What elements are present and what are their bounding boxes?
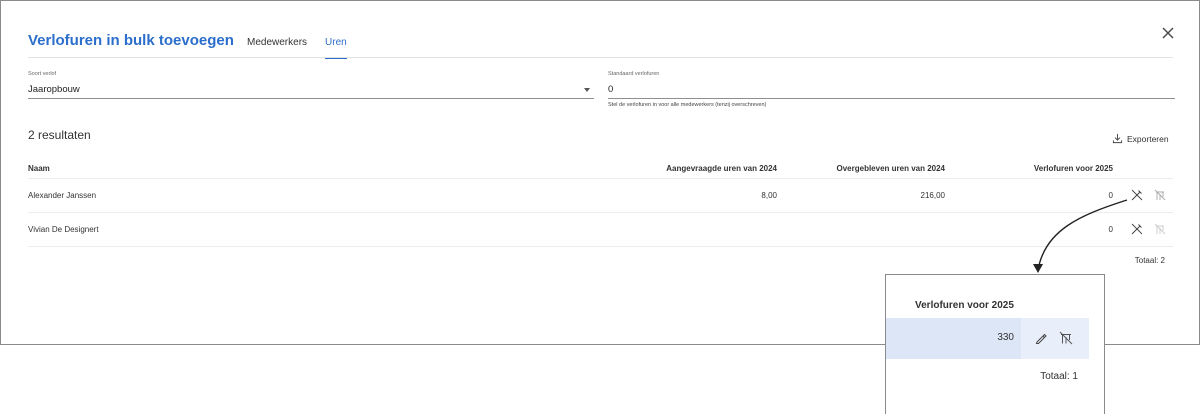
zoom-callout: Verlofuren voor 2025 330 Totaal: 1 [885,274,1105,414]
leave-type-label: Soort verlof [28,71,57,77]
row-divider-1 [28,212,1173,213]
default-hours-input[interactable]: 0 [608,84,613,95]
export-button[interactable]: Exporteren [1112,133,1169,144]
reset-icon[interactable] [1154,223,1166,235]
header-divider-line [28,178,1173,179]
reset-icon[interactable] [1059,331,1073,345]
default-hours-underline [608,98,1175,99]
row-1-remaining: 216,00 [920,191,945,200]
tab-medewerkers[interactable]: Medewerkers [247,37,307,59]
leave-type-underline [28,98,594,99]
arrow-icon [1033,199,1128,273]
column-header-requested: Aangevraagde uren van 2024 [666,164,777,173]
callout-actions-cell [1021,318,1089,359]
close-icon[interactable] [1161,26,1175,40]
download-icon [1112,133,1123,144]
column-header-name: Naam [28,164,50,173]
column-header-hours-2025: Verlofuren voor 2025 [1033,164,1113,173]
row-2-name: Vivian De Designert [28,225,99,234]
row-1-name: Alexander Janssen [28,191,97,200]
leave-type-select[interactable]: Jaaropbouw [28,84,80,95]
header-divider [28,57,1173,58]
export-label: Exporteren [1127,133,1169,144]
modal-title: Verlofuren in bulk toevoegen [28,32,234,49]
chevron-down-icon[interactable] [584,88,590,92]
row-1-requested: 8,00 [761,191,777,200]
tab-bar: Medewerkers Uren [247,37,347,59]
default-hours-helper: Stel de verlofuren in voor alle medewerk… [608,102,767,108]
row-divider-2 [28,246,1173,247]
callout-header: Verlofuren voor 2025 [915,300,1014,311]
reset-icon[interactable] [1154,189,1166,201]
results-count: 2 resultaten [28,128,91,142]
callout-hours-input[interactable]: 330 [946,332,1014,343]
column-header-remaining: Overgebleven uren van 2024 [836,164,946,173]
tab-uren[interactable]: Uren [325,37,347,59]
edit-icon[interactable] [1034,331,1048,345]
callout-total: Totaal: 1 [1040,371,1078,382]
default-hours-label: Standaard verlofuren [608,71,660,77]
